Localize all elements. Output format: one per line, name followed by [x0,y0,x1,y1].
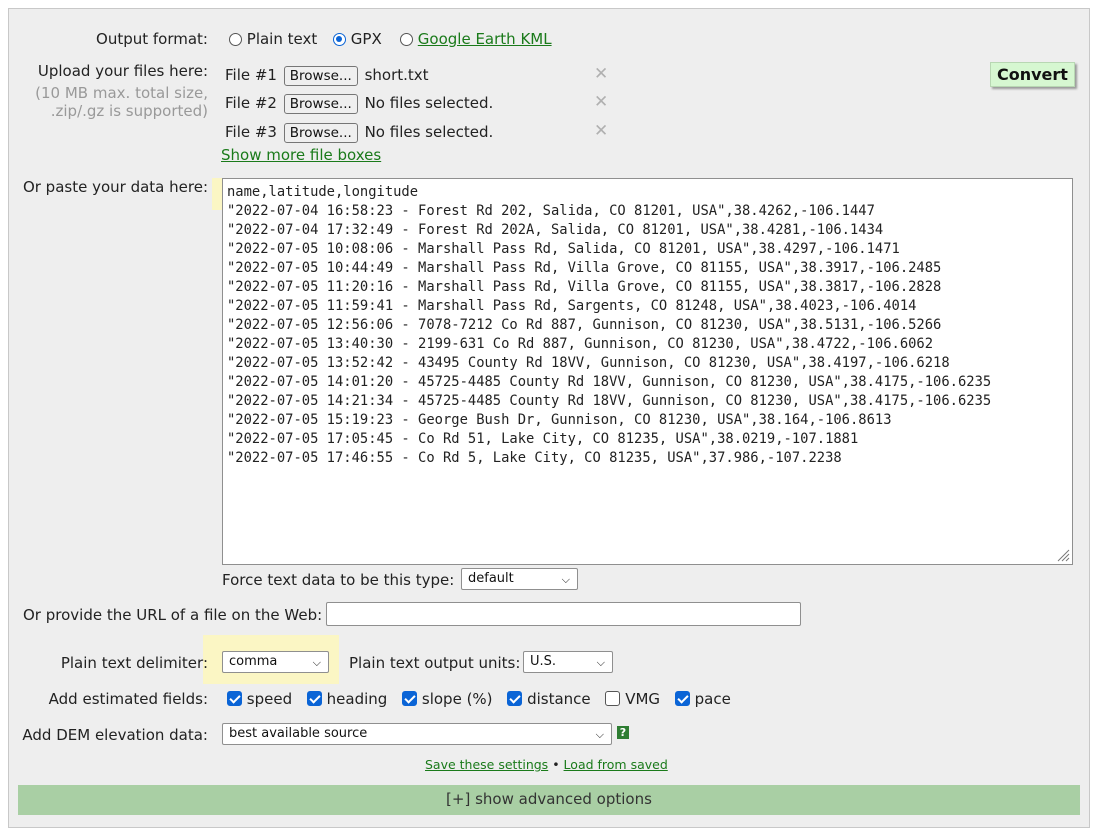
convert-button[interactable]: Convert [990,62,1075,87]
browse-button-1[interactable]: Browse... [283,66,358,86]
delimiter-select[interactable]: comma ⌵ [222,651,329,673]
radio-gpx-control[interactable] [333,33,346,46]
textarea-line: "2022-07-05 11:20:16 - Marshall Pass Rd,… [227,279,942,295]
dem-label: Add DEM elevation data: [22,726,208,744]
chevron-down-icon: ⌵ [312,656,321,669]
browse-button-2[interactable]: Browse... [283,94,358,114]
file-row-3: File #3 Browse... No files selected. [225,123,493,143]
file-row-1: File #1 Browse... short.txt [225,66,429,86]
settings-separator: • [552,757,560,772]
delimiter-value: comma [229,654,278,669]
textarea-lines: name,latitude,longitude "2022-07-04 16:58… [227,183,1072,468]
heading-label: heading [326,690,388,708]
file-1-label: File #1 [225,66,277,84]
radio-plain-text-control[interactable] [229,33,242,46]
textarea-line: "2022-07-05 14:01:20 - 45725-4485 County… [227,374,992,390]
remove-file-3-icon[interactable]: ✕ [594,121,608,141]
radio-gpx-label: GPX [350,30,382,48]
radio-plain-text[interactable]: Plain text [229,30,317,48]
force-type-label: Force text data to be this type: [222,571,455,589]
remove-file-2-icon[interactable]: ✕ [594,92,608,112]
file-2-label: File #2 [225,94,277,112]
textarea-line: name,latitude,longitude [227,184,419,200]
units-label: Plain text output units: [349,654,521,672]
textarea-line: "2022-07-04 17:32:49 - Forest Rd 202A, S… [227,222,884,238]
chevron-down-icon: ⌵ [561,573,570,586]
textarea-line: "2022-07-05 13:40:30 - 2199-631 Co Rd 88… [227,336,934,352]
textarea-line: "2022-07-04 16:58:23 - Forest Rd 202, Sa… [227,203,875,219]
advanced-options-toggle[interactable]: [+] show advanced options [18,785,1080,815]
paste-data-textarea[interactable]: name,latitude,longitude "2022-07-04 16:58… [222,178,1073,565]
settings-links: Save these settings • Load from saved [425,757,668,772]
file-1-name: short.txt [364,66,429,84]
force-type-value: default [468,571,514,586]
delimiter-label: Plain text delimiter: [60,654,208,672]
distance-label: distance [527,690,591,708]
slope-checkbox[interactable] [402,691,418,706]
textarea-line: "2022-07-05 11:59:41 - Marshall Pass Rd,… [227,298,917,314]
distance-checkbox[interactable] [507,691,523,706]
radio-gpx[interactable]: GPX [333,30,382,48]
radio-plain-text-label: Plain text [246,30,318,48]
load-saved-link[interactable]: Load from saved [564,757,668,772]
textarea-line: "2022-07-05 14:21:34 - 45725-4485 County… [227,393,992,409]
textarea-line: "2022-07-05 12:56:06 - 7078-7212 Co Rd 8… [227,317,942,333]
textarea-line: "2022-07-05 17:05:45 - Co Rd 51, Lake Ci… [227,431,859,447]
upload-label: Upload your files here: [37,62,208,80]
slope-label: slope (%) [421,690,493,708]
url-input[interactable] [326,602,801,626]
units-value: U.S. [530,654,557,669]
chevron-down-icon: ⌵ [596,656,605,669]
textarea-line: "2022-07-05 15:19:23 - George Bush Dr, G… [227,412,892,428]
radio-kml-control[interactable] [400,33,413,46]
force-type-select[interactable]: default ⌵ [461,568,578,590]
upload-hint-2: .zip/.gz is supported) [50,102,208,120]
heading-checkbox[interactable] [306,691,322,706]
file-3-label: File #3 [225,123,277,141]
remove-file-1-icon[interactable]: ✕ [594,64,608,84]
estimated-fields: speed heading slope (%) distance VMG pac… [227,690,731,708]
file-row-2: File #2 Browse... No files selected. [225,94,493,114]
output-format-label: Output format: [96,30,208,48]
radio-kml[interactable]: Google Earth KML [400,30,552,48]
vmg-checkbox[interactable] [605,691,621,706]
textarea-line: "2022-07-05 10:08:06 - Marshall Pass Rd,… [227,241,900,257]
resize-grip-icon[interactable] [1056,548,1070,562]
chevron-down-icon: ⌵ [595,728,604,741]
file-2-name: No files selected. [364,94,494,112]
textarea-line: "2022-07-05 17:46:55 - Co Rd 5, Lake Cit… [227,450,842,466]
dem-value: best available source [229,726,368,741]
textarea-line: "2022-07-05 10:44:49 - Marshall Pass Rd,… [227,260,942,276]
textarea-line: "2022-07-05 13:52:42 - 43495 County Rd 1… [227,355,950,371]
help-icon[interactable]: ? [617,726,629,739]
speed-label: speed [246,690,293,708]
dem-select[interactable]: best available source ⌵ [222,723,612,745]
speed-checkbox[interactable] [227,691,242,706]
file-3-name: No files selected. [364,123,494,141]
url-label: Or provide the URL of a file on the Web: [23,606,323,624]
kml-link[interactable]: Google Earth KML [418,30,552,48]
browse-button-3[interactable]: Browse... [283,123,358,143]
estimated-label: Add estimated fields: [48,690,208,708]
vmg-label: VMG [625,690,661,708]
upload-hint-1: (10 MB max. total size, [35,84,208,102]
units-select[interactable]: U.S. ⌵ [523,651,613,673]
pace-checkbox[interactable] [674,691,690,706]
pace-label: pace [694,690,731,708]
show-more-files-link[interactable]: Show more file boxes [221,146,381,164]
save-settings-link[interactable]: Save these settings [425,757,548,772]
paste-label: Or paste your data here: [22,178,208,196]
